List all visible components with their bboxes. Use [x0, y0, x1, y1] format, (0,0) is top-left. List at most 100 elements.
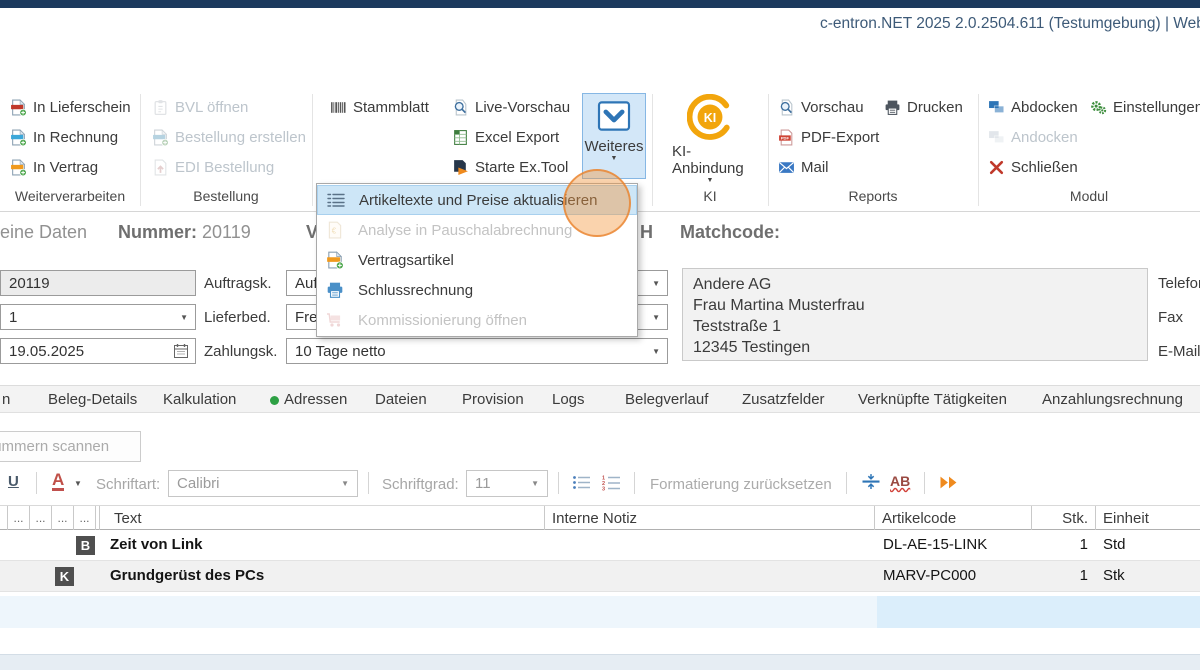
- address-line-street: Teststraße 1: [693, 316, 1137, 337]
- tab-verknuepfte-taetigkeiten[interactable]: Verknüpfte Tätigkeiten: [858, 391, 1007, 408]
- toolbar-separator: [846, 472, 847, 494]
- in-rechnung-button[interactable]: In Rechnung: [10, 126, 118, 148]
- in-lieferschein-button[interactable]: In Lieferschein: [10, 96, 131, 118]
- row-qty: 1: [1032, 536, 1088, 553]
- tab-logs[interactable]: Logs: [552, 391, 585, 408]
- numbered-list-icon[interactable]: [602, 474, 622, 491]
- mail-button[interactable]: Mail: [778, 156, 829, 178]
- menu-item-vertragsartikel[interactable]: Vertragsartikel: [317, 245, 637, 275]
- menu-item-label: Vertragsartikel: [358, 252, 454, 269]
- toolbar-separator: [634, 472, 635, 494]
- table-row[interactable]: K Grundgerüst des PCs MARV-PC000 1 Stk: [0, 561, 1200, 592]
- tab-partial[interactable]: n: [2, 391, 10, 408]
- reset-formatting-button[interactable]: Formatierung zurücksetzen: [650, 476, 832, 493]
- underline-button[interactable]: U: [8, 473, 19, 490]
- einstellungen-button[interactable]: Einstellungen: [1090, 96, 1200, 118]
- toolbar-separator: [368, 472, 369, 494]
- group-label-ki: KI: [652, 188, 768, 204]
- excel-export-button[interactable]: Excel Export: [452, 126, 559, 148]
- table-header-einheit[interactable]: Einheit: [1096, 506, 1200, 530]
- stammblatt-label: Stammblatt: [353, 99, 429, 116]
- nummern-scannen-button[interactable]: nummern scannen: [0, 431, 141, 462]
- weiteres-button[interactable]: Weiteres ▼: [582, 93, 646, 179]
- chevron-down-icon[interactable]: ▼: [652, 279, 660, 288]
- table-header-dots[interactable]: ...: [30, 506, 52, 530]
- table-header-dots[interactable]: ...: [74, 506, 96, 530]
- close-x-icon: [988, 159, 1005, 176]
- insert-row-icon[interactable]: [860, 473, 882, 490]
- tab-anzahlungsrechnung[interactable]: Anzahlungsrechnung: [1042, 391, 1183, 408]
- bullet-list-icon[interactable]: [572, 474, 592, 491]
- abdocken-button[interactable]: Abdocken: [988, 96, 1078, 118]
- table-header-text[interactable]: Text: [100, 506, 545, 530]
- tab-dateien[interactable]: Dateien: [375, 391, 427, 408]
- ribbon-group-separator: [312, 94, 313, 206]
- double-arrow-icon[interactable]: [938, 474, 960, 491]
- font-family-combo[interactable]: Calibri ▼: [168, 470, 358, 497]
- table-header-stk[interactable]: Stk.: [1032, 506, 1096, 530]
- auftragsk-label: Auftragsk.: [204, 275, 272, 292]
- fax-label: Fax: [1158, 309, 1183, 326]
- schliessen-button[interactable]: Schließen: [988, 156, 1078, 178]
- table-header-interne-notiz[interactable]: Interne Notiz: [545, 506, 875, 530]
- chevron-down-icon[interactable]: ▼: [74, 479, 82, 488]
- pdf-export-button[interactable]: PDF-Export: [778, 126, 879, 148]
- order-number-field[interactable]: 20119: [0, 270, 196, 296]
- auftragsk-value: Auf: [295, 275, 318, 292]
- zahlungsk-combo[interactable]: 10 Tage netto ▼: [286, 338, 668, 364]
- menu-item-schlussrechnung[interactable]: Schlussrechnung: [317, 275, 637, 305]
- row-artikelcode: MARV-PC000: [883, 567, 976, 584]
- selected-empty-row-highlight[interactable]: [877, 596, 1200, 628]
- tab-beleg-details[interactable]: Beleg-Details: [48, 391, 137, 408]
- font-family-value: Calibri: [177, 475, 220, 492]
- telefon-label: Telefon: [1158, 275, 1200, 292]
- starte-extool-button[interactable]: Starte Ex.Tool: [452, 156, 568, 178]
- stammblatt-button[interactable]: Stammblatt: [330, 96, 429, 118]
- in-vertrag-button[interactable]: In Vertrag: [10, 156, 98, 178]
- row-artikelcode: DL-AE-15-LINK: [883, 536, 987, 553]
- table-header-row: ... ... ... ... Text Interne Notiz Artik…: [0, 505, 1200, 530]
- date-field[interactable]: 19.05.2025: [0, 338, 196, 364]
- schriftgrad-label: Schriftgrad:: [382, 476, 459, 493]
- chevron-down-icon[interactable]: ▼: [652, 347, 660, 356]
- weiteres-label: Weiteres: [585, 138, 644, 155]
- live-vorschau-button[interactable]: Live-Vorschau: [452, 96, 570, 118]
- green-status-dot-icon: [270, 396, 279, 405]
- toolbar-separator: [36, 472, 37, 494]
- drucken-button[interactable]: Drucken: [884, 96, 963, 118]
- table-header-dots[interactable]: ...: [8, 506, 30, 530]
- vorschau-button[interactable]: Vorschau: [778, 96, 864, 118]
- tab-belegverlauf[interactable]: Belegverlauf: [625, 391, 708, 408]
- chevron-down-icon[interactable]: ▼: [341, 479, 349, 488]
- tab-zusatzfelder[interactable]: Zusatzfelder: [742, 391, 825, 408]
- andocken-label: Andocken: [1011, 129, 1078, 146]
- ki-anbindung-label: KI-Anbindung: [672, 143, 748, 177]
- table-row[interactable]: B Zeit von Link DL-AE-15-LINK 1 Std: [0, 530, 1200, 561]
- number-label: Nummer:: [118, 222, 197, 242]
- table-header-artikelcode[interactable]: Artikelcode: [875, 506, 1032, 530]
- chevron-down-icon[interactable]: ▼: [531, 479, 539, 488]
- tab-provision[interactable]: Provision: [462, 391, 524, 408]
- font-size-combo[interactable]: 11 ▼: [466, 470, 548, 497]
- font-color-button[interactable]: A: [52, 471, 64, 491]
- chevron-down-icon[interactable]: ▼: [652, 313, 660, 322]
- chevron-down-icon[interactable]: ▼: [180, 313, 188, 322]
- version-combo[interactable]: 1 ▼: [0, 304, 196, 330]
- drucken-label: Drucken: [907, 99, 963, 116]
- magnifier-doc-icon: [452, 99, 469, 116]
- calendar-icon[interactable]: [173, 343, 189, 359]
- spellcheck-button[interactable]: AB: [890, 473, 910, 489]
- menu-item-label: Kommissionierung öffnen: [358, 312, 527, 329]
- matchcode-label: Matchcode:: [680, 222, 780, 243]
- ki-anbindung-button[interactable]: KI-Anbindung ▼: [672, 94, 748, 185]
- table-header-dots[interactable]: ...: [52, 506, 74, 530]
- vorschau-label: Vorschau: [801, 99, 864, 116]
- group-label-reports: Reports: [768, 188, 978, 204]
- schliessen-label: Schließen: [1011, 159, 1078, 176]
- address-box[interactable]: Andere AG Frau Martina Musterfrau Testst…: [682, 268, 1148, 361]
- selected-empty-row[interactable]: [0, 596, 877, 628]
- menu-item-label: Analyse in Pauschalabrechnung: [358, 222, 572, 239]
- tab-kalkulation[interactable]: Kalkulation: [163, 391, 236, 408]
- tab-adressen[interactable]: Adressen: [284, 391, 347, 408]
- chevron-down-icon: ▼: [707, 177, 714, 185]
